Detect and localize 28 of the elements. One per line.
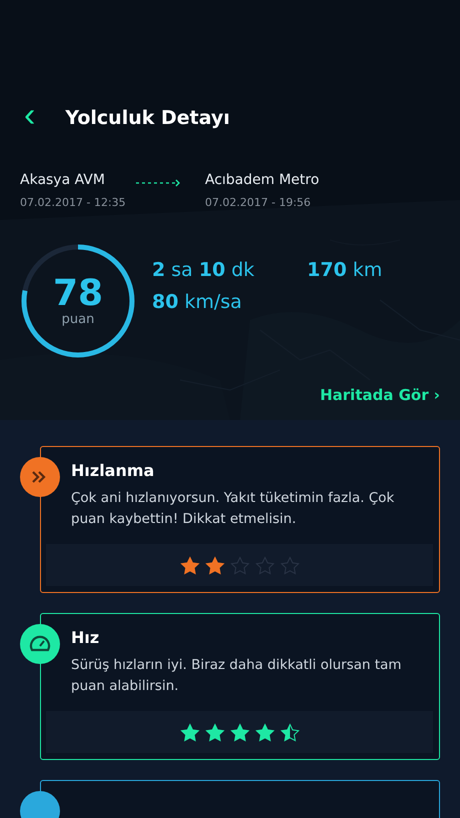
speedometer-icon [29,634,51,654]
page-title: Yolculuk Detayı [65,107,230,129]
trip-stat: 170 km [307,259,382,281]
back-button[interactable]: ‹ [20,98,40,132]
star-icon [204,556,224,576]
score-value: 78 [52,276,104,312]
start-time: 07.02.2017 - 12:35 [20,196,127,209]
star-icon [180,556,200,576]
card-title: Hız [71,628,100,647]
star-icon [230,556,250,576]
trip-stat: 80 km/sa [152,291,243,313]
star-icon [254,723,274,743]
star-icon [280,723,300,743]
trip-stat: 2 sa 10 dk [152,259,256,281]
star-icon [180,723,200,743]
map-link[interactable]: Haritada Gör › [320,386,440,404]
card-text: Sürüş hızların iyi. Biraz daha dikkatli olursan tam puan alabilirsin. [71,656,402,696]
score-unit: puan [62,312,94,326]
star-icon [204,723,224,743]
star-icon [254,556,274,576]
end-place: Acıbadem Metro [205,172,320,188]
card-text: Çok ani hızlanıyorsun. Yakıt tüketimin fazla. Çok puan kaybettin! Dikkat etmelisin. [71,489,396,529]
start-place: Akasya AVM [20,172,106,188]
star-icon [280,556,300,576]
dotted-arrow-icon [136,178,182,188]
card-title: Hızlanma [71,461,156,480]
star-icon [230,723,250,743]
end-time: 07.02.2017 - 19:56 [205,196,312,209]
